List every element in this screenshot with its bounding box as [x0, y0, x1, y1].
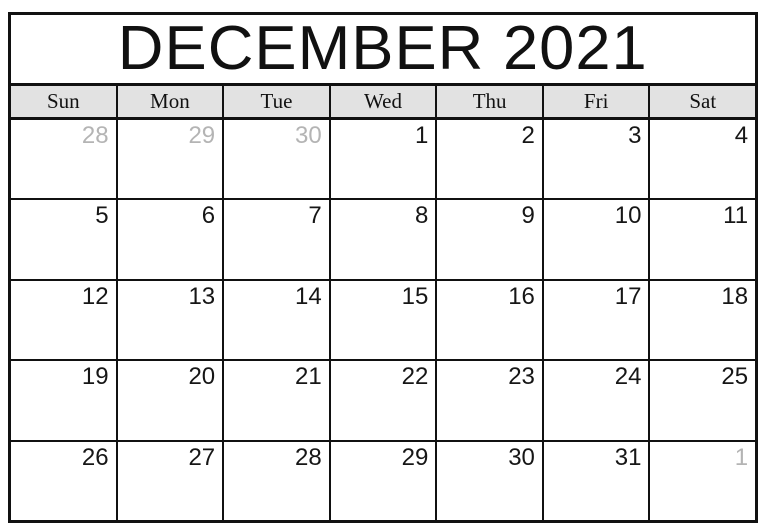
day-number: 24 [614, 363, 642, 391]
day-number: 28 [295, 443, 322, 471]
calendar-day-cell[interactable]: 30 [224, 120, 331, 199]
calendar-day-cell[interactable]: 23 [437, 361, 544, 440]
calendar-day-cell[interactable]: 1 [650, 441, 756, 521]
calendar-day-cell[interactable]: 26 [11, 441, 118, 521]
calendar-day-cell[interactable]: 14 [224, 280, 331, 360]
weekday-header-sat: Sat [650, 86, 756, 117]
day-number: 17 [614, 282, 642, 310]
day-number: 30 [295, 122, 322, 149]
day-number: 12 [81, 282, 109, 310]
day-number: 3 [628, 122, 642, 149]
weekday-header-thu: Thu [437, 86, 544, 117]
calendar-day-cell[interactable]: 20 [117, 361, 225, 440]
day-number: 28 [81, 122, 109, 149]
calendar-day-cell[interactable]: 12 [11, 280, 118, 360]
day-number: 31 [614, 443, 642, 471]
day-number: 10 [614, 202, 642, 230]
calendar-day-cell[interactable]: 6 [117, 200, 225, 279]
day-number: 19 [81, 363, 109, 391]
day-number: 1 [734, 443, 749, 471]
calendar-week-row: 28 29 30 1 2 3 4 [11, 120, 756, 201]
calendar-day-cell[interactable]: 21 [224, 361, 331, 440]
calendar-title-bar: DECEMBER 2021 [11, 15, 755, 86]
day-number: 25 [721, 363, 749, 391]
day-number: 9 [521, 202, 535, 230]
day-number: 5 [95, 202, 109, 230]
calendar-day-cell[interactable]: 18 [650, 280, 756, 360]
day-number: 26 [81, 443, 109, 471]
weekday-header-sun: Sun [11, 86, 118, 117]
weekday-header-row: Sun Mon Tue Wed Thu Fri Sat [11, 86, 756, 120]
calendar: DECEMBER 2021 Sun Mon Tue Wed Thu Fri Sa… [8, 12, 758, 523]
day-number: 30 [508, 443, 535, 471]
calendar-day-cell[interactable]: 25 [650, 361, 756, 440]
weekday-header-tue: Tue [224, 86, 331, 117]
calendar-day-cell[interactable]: 31 [543, 441, 651, 521]
day-number: 21 [295, 363, 322, 391]
calendar-week-row: 26 27 28 29 30 31 1 [11, 441, 756, 521]
calendar-day-cell[interactable]: 29 [117, 120, 225, 199]
day-number: 22 [401, 363, 429, 391]
calendar-week-row: 19 20 21 22 23 24 25 [11, 361, 756, 442]
calendar-day-cell[interactable]: 22 [330, 361, 438, 440]
day-number: 2 [521, 122, 535, 149]
weekday-label: Sat [689, 89, 717, 113]
calendar-day-cell[interactable]: 8 [330, 200, 438, 279]
weekday-label: Tue [260, 89, 293, 113]
calendar-day-cell[interactable]: 28 [224, 441, 331, 521]
day-number: 29 [188, 122, 216, 149]
day-number: 14 [295, 282, 322, 310]
calendar-day-cell[interactable]: 9 [437, 200, 544, 279]
weekday-label: Mon [150, 89, 190, 113]
page-title: DECEMBER 2021 [118, 15, 648, 83]
weekday-label: Sun [46, 89, 80, 113]
calendar-day-cell[interactable]: 11 [650, 200, 756, 279]
weekday-header-fri: Fri [543, 86, 651, 117]
day-number: 4 [734, 122, 749, 149]
calendar-day-cell[interactable]: 5 [11, 200, 118, 279]
weekday-label: Fri [583, 89, 609, 113]
calendar-day-cell[interactable]: 28 [11, 120, 118, 199]
calendar-day-cell[interactable]: 17 [543, 280, 651, 360]
calendar-day-cell[interactable]: 13 [117, 280, 225, 360]
calendar-day-cell[interactable]: 7 [224, 200, 331, 279]
weekday-label: Thu [472, 89, 507, 113]
calendar-grid: 28 29 30 1 2 3 4 5 6 7 8 9 10 11 12 13 14 15 16 17 18 19 20 21 2… [11, 120, 756, 521]
calendar-day-cell[interactable]: 29 [330, 441, 438, 521]
calendar-week-row: 12 13 14 15 16 17 18 [11, 280, 756, 362]
day-number: 8 [414, 202, 429, 230]
calendar-day-cell[interactable]: 3 [543, 120, 651, 199]
day-number: 15 [401, 282, 429, 310]
day-number: 6 [201, 202, 216, 230]
calendar-day-cell[interactable]: 24 [543, 361, 651, 440]
day-number: 7 [308, 202, 322, 230]
day-number: 1 [414, 122, 429, 149]
day-number: 16 [508, 282, 535, 310]
day-number: 27 [188, 443, 216, 471]
calendar-day-cell[interactable]: 19 [11, 361, 118, 440]
day-number: 23 [508, 363, 535, 391]
weekday-label: Wed [364, 89, 402, 113]
day-number: 13 [188, 282, 216, 310]
day-number: 11 [723, 202, 749, 230]
weekday-header-mon: Mon [117, 86, 225, 117]
weekday-header-wed: Wed [330, 86, 438, 117]
day-number: 29 [401, 443, 429, 471]
calendar-day-cell[interactable]: 10 [543, 200, 651, 279]
day-number: 18 [721, 282, 749, 310]
calendar-day-cell[interactable]: 30 [437, 441, 544, 521]
calendar-week-row: 5 6 7 8 9 10 11 [11, 200, 756, 281]
calendar-day-cell[interactable]: 16 [437, 280, 544, 360]
day-number: 20 [188, 363, 216, 391]
calendar-day-cell[interactable]: 2 [437, 120, 544, 199]
calendar-day-cell[interactable]: 15 [330, 280, 438, 360]
calendar-day-cell[interactable]: 4 [650, 120, 756, 199]
calendar-day-cell[interactable]: 1 [330, 120, 438, 199]
calendar-day-cell[interactable]: 27 [117, 441, 225, 521]
